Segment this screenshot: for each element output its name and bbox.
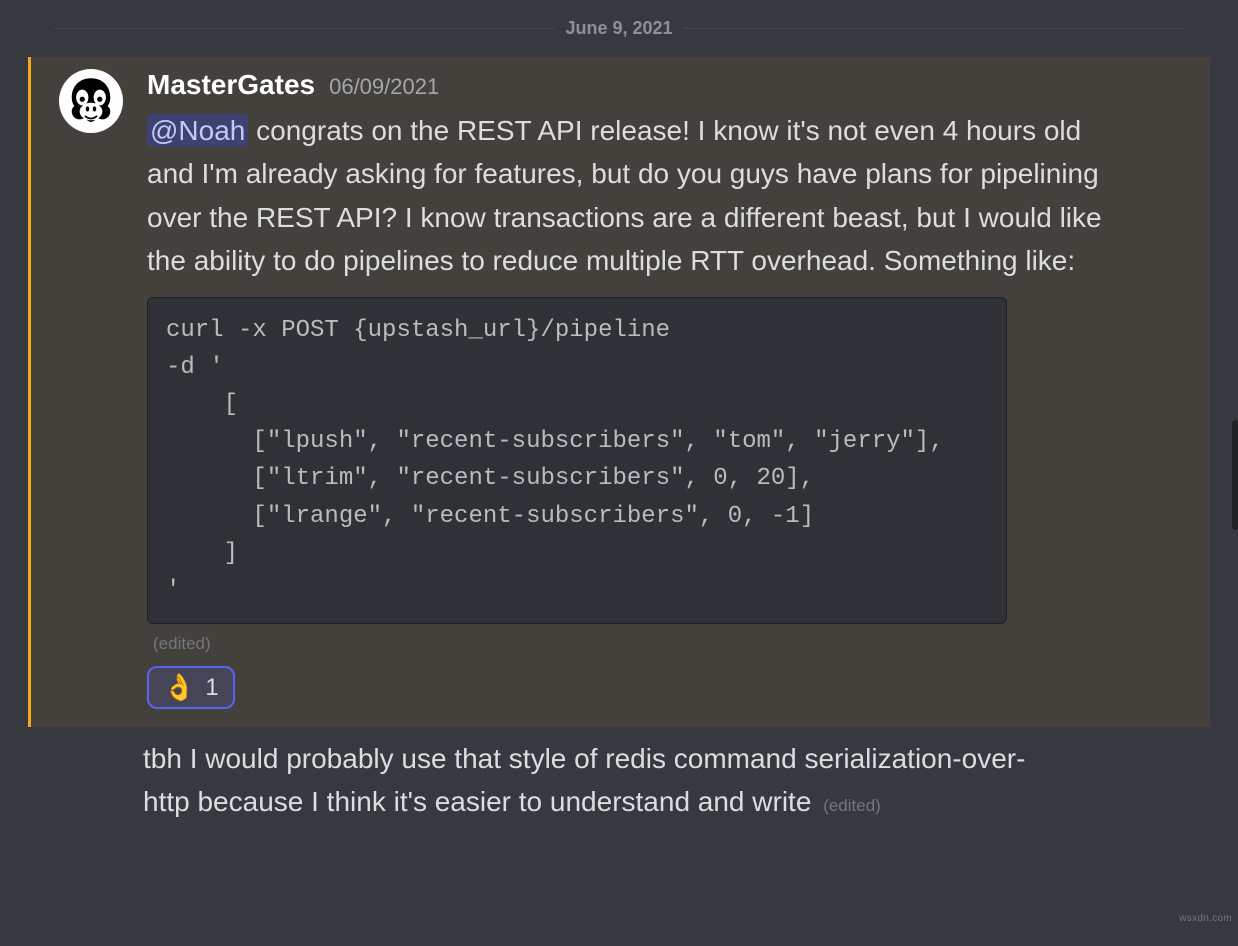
chat-container: June 9, 2021 MasterGates 06/09/2021 bbox=[0, 18, 1238, 824]
avatar[interactable] bbox=[59, 69, 123, 133]
code-block[interactable]: curl -x POST {upstash_url}/pipeline -d '… bbox=[147, 297, 1007, 625]
edited-indicator: (edited) bbox=[153, 634, 1107, 654]
date-divider-label: June 9, 2021 bbox=[555, 18, 682, 39]
followup-text: tbh I would probably use that style of r… bbox=[143, 743, 1025, 817]
message-text: @Noah congrats on the REST API release! … bbox=[147, 109, 1107, 283]
divider-line-right bbox=[683, 28, 1184, 29]
user-mention[interactable]: @Noah bbox=[147, 114, 248, 147]
ok-hand-icon: 👌 bbox=[163, 672, 195, 703]
message-timestamp: 06/09/2021 bbox=[329, 74, 439, 100]
divider-line-left bbox=[54, 28, 555, 29]
scrollbar-thumb[interactable] bbox=[1232, 420, 1238, 530]
message-text-body: congrats on the REST API release! I know… bbox=[147, 115, 1102, 276]
followup-message: tbh I would probably use that style of r… bbox=[24, 727, 1094, 824]
message-highlighted: MasterGates 06/09/2021 @Noah congrats on… bbox=[28, 57, 1210, 727]
message-header: MasterGates 06/09/2021 bbox=[147, 69, 1107, 101]
edited-indicator: (edited) bbox=[823, 796, 881, 815]
reaction-button[interactable]: 👌 1 bbox=[147, 666, 235, 709]
date-divider: June 9, 2021 bbox=[54, 18, 1184, 39]
watermark: wsxdn.com bbox=[1179, 913, 1232, 924]
username[interactable]: MasterGates bbox=[147, 69, 315, 101]
message-body: MasterGates 06/09/2021 @Noah congrats on… bbox=[147, 69, 1107, 709]
gorilla-face-icon bbox=[63, 73, 119, 129]
reaction-count: 1 bbox=[205, 674, 218, 702]
